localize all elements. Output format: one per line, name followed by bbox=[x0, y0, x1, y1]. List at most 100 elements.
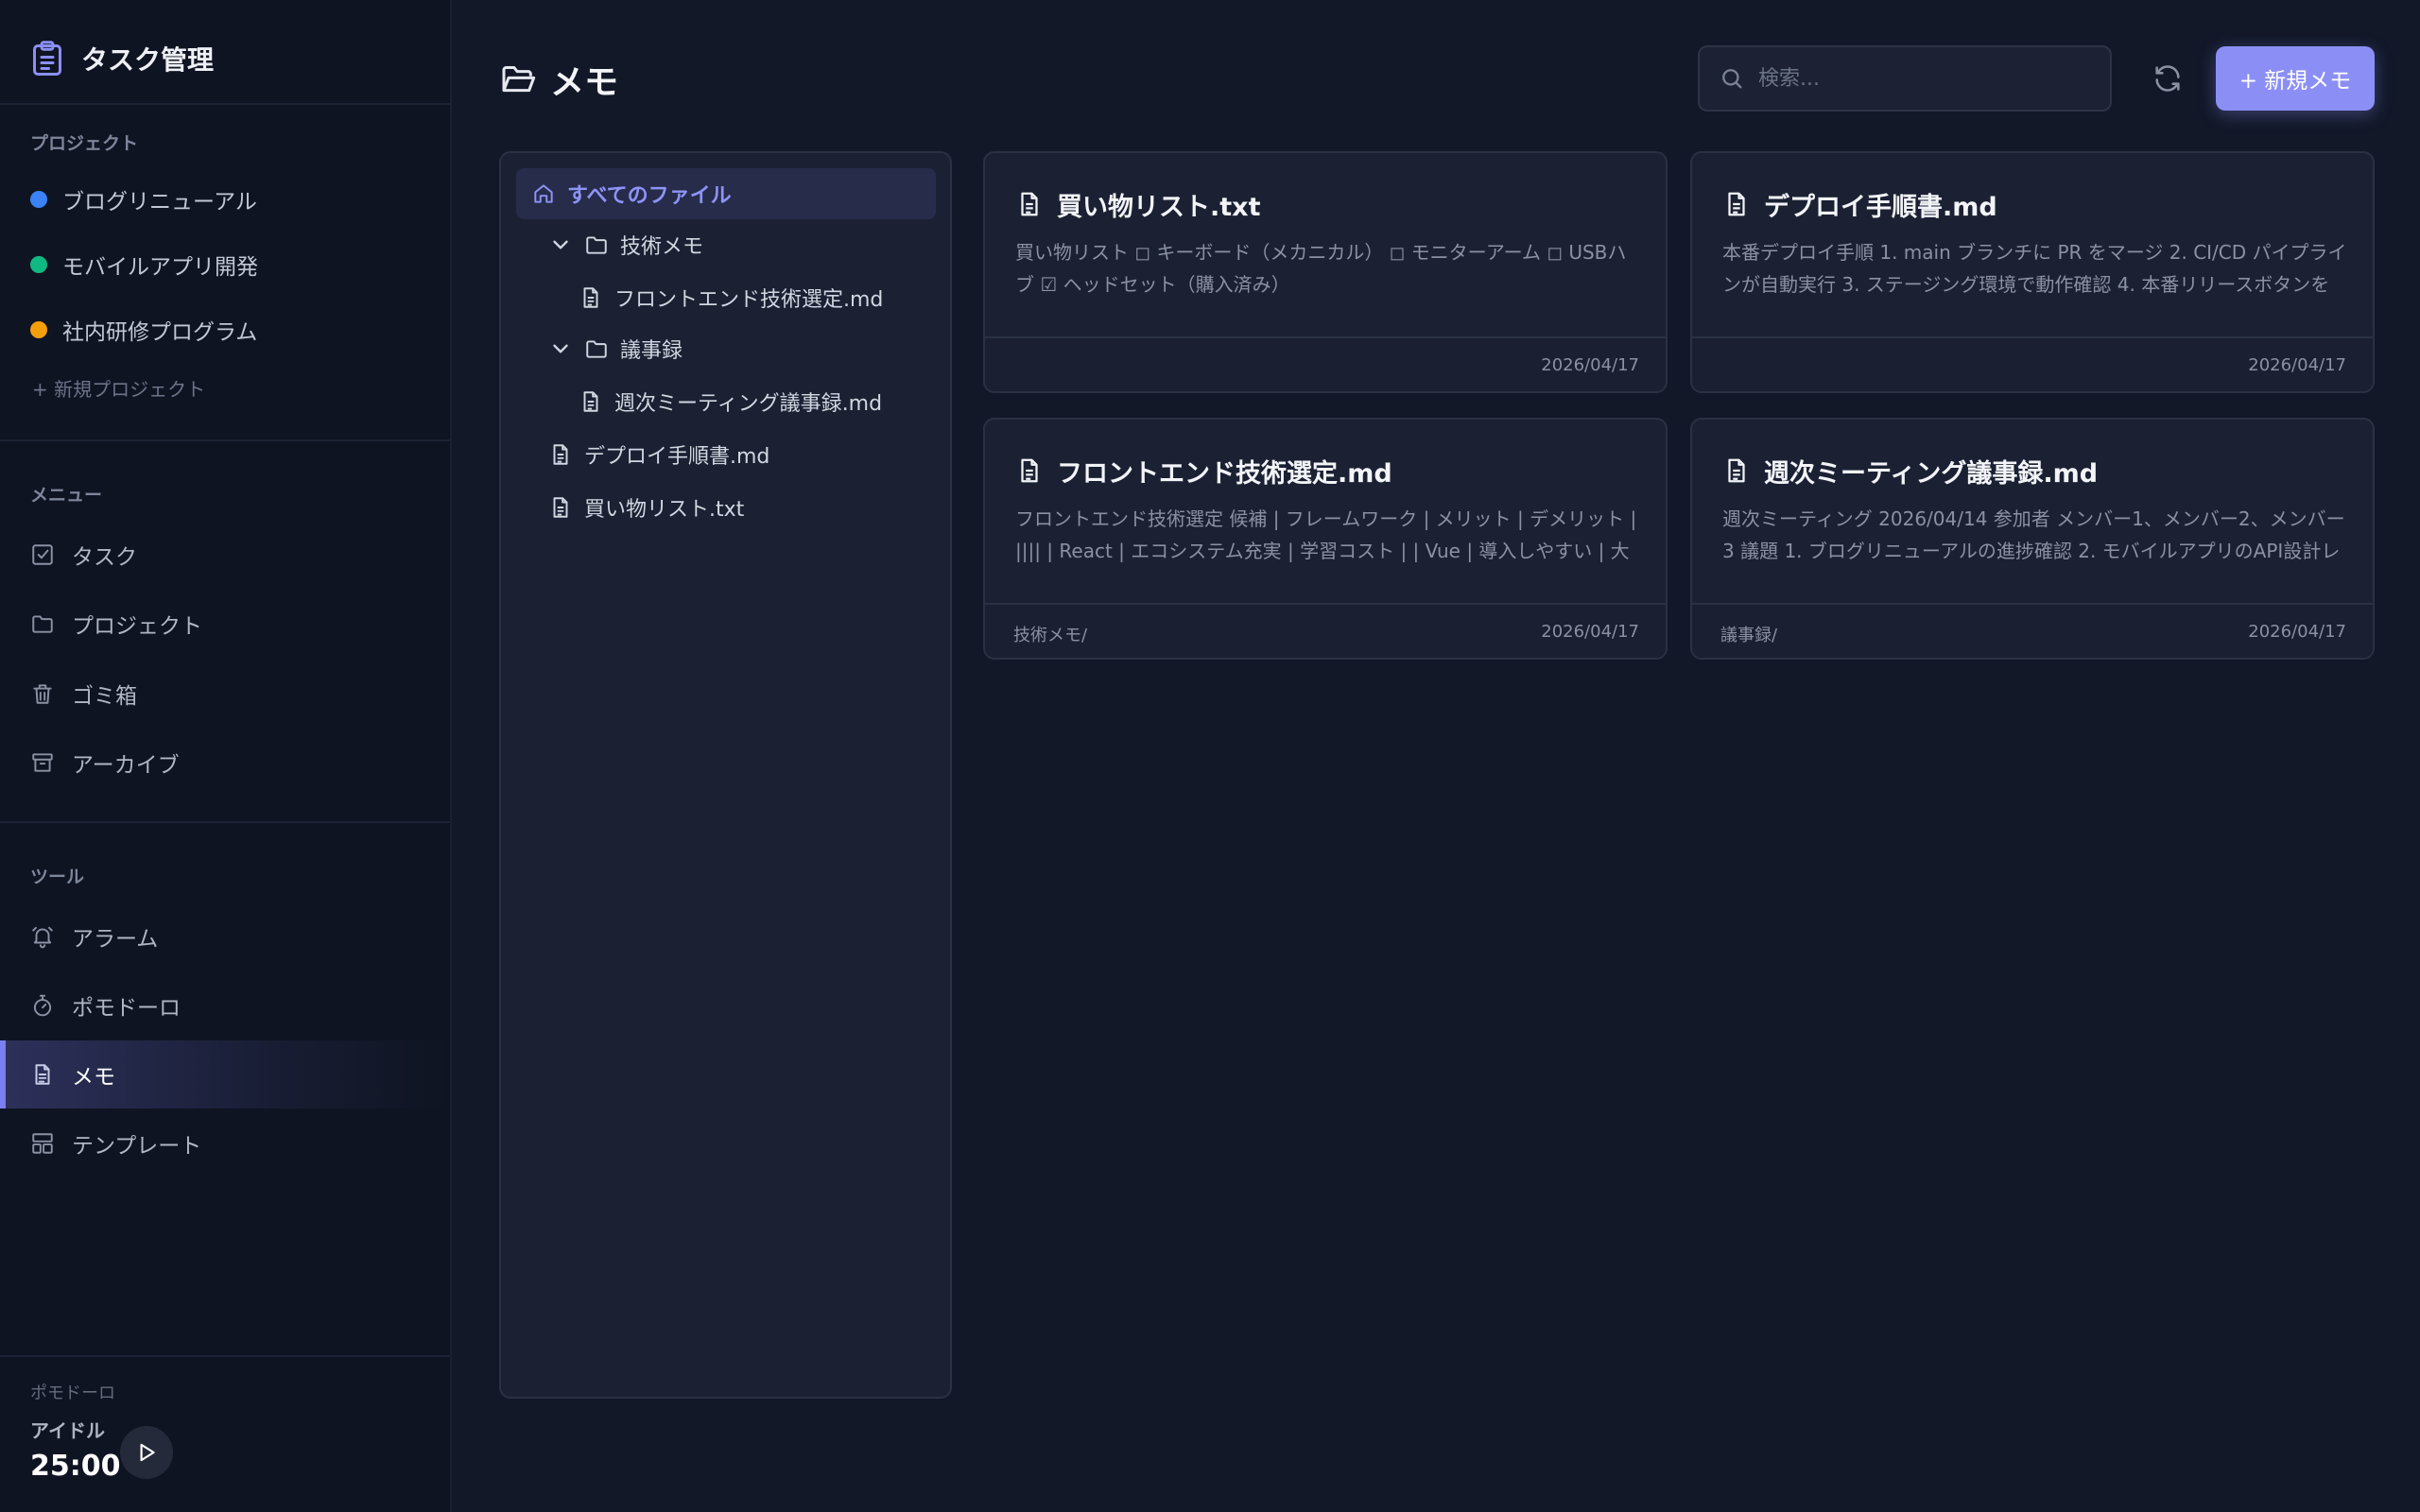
card-title: 週次ミーティング議事録.md bbox=[1722, 452, 2098, 490]
sidebar: タスク管理 プロジェクト ブログリニューアル モバイルアプリ開発 社内研修プログ… bbox=[0, 0, 452, 1512]
nav-label: メモ bbox=[72, 1065, 115, 1090]
folder-icon bbox=[32, 615, 53, 633]
project-item-blog-renewal[interactable]: ブログリニューアル bbox=[30, 179, 257, 220]
card-date: 2026/04/17 bbox=[2248, 355, 2346, 375]
card-preview: 買い物リスト ◻ キーボード（メカニカル） ◻ モニターアーム ◻ USBハブ … bbox=[1015, 241, 1627, 296]
nav-label: ポモドーロ bbox=[72, 996, 181, 1021]
page-title: メモ bbox=[499, 55, 618, 104]
tree-root-label: すべてのファイル bbox=[567, 184, 732, 208]
project-color-dot bbox=[30, 191, 47, 208]
nav-label: テンプレート bbox=[72, 1134, 202, 1159]
checkbox-icon bbox=[32, 544, 53, 565]
card-title-text: フロントエンド技術選定.md bbox=[1057, 458, 1392, 489]
project-item-mobile-app[interactable]: モバイルアプリ開発 bbox=[30, 244, 258, 285]
memo-card-shopping[interactable]: 買い物リスト.txt 買い物リスト ◻ キーボード（メカニカル） ◻ モニターア… bbox=[983, 151, 1668, 393]
tree-label: デプロイ手順書.md bbox=[584, 445, 770, 469]
tree-label: 週次ミーティング議事録.md bbox=[614, 392, 883, 416]
divider bbox=[0, 439, 450, 441]
card-footer: 議事録/ 2026/04/17 bbox=[1692, 603, 2373, 658]
projects-section-label: プロジェクト bbox=[30, 133, 139, 154]
nav-item-template[interactable]: テンプレート bbox=[0, 1109, 450, 1177]
nav-label: ゴミ箱 bbox=[72, 684, 137, 709]
folder-icon bbox=[586, 340, 607, 358]
refresh-button[interactable] bbox=[2146, 57, 2189, 100]
tree-label: フロントエンド技術選定.md bbox=[614, 288, 884, 312]
tree-root-all-files[interactable]: すべてのファイル bbox=[516, 168, 936, 219]
nav-item-archive[interactable]: アーカイブ bbox=[0, 729, 450, 797]
divider bbox=[0, 103, 450, 105]
chevron-down-icon bbox=[553, 240, 568, 249]
file-icon bbox=[553, 497, 568, 518]
card-date: 2026/04/17 bbox=[2248, 622, 2346, 642]
card-preview: フロントエンド技術選定 候補 | フレームワーク | メリット | デメリット … bbox=[1015, 507, 1637, 562]
alarm-icon bbox=[32, 926, 53, 949]
card-footer: 2026/04/17 bbox=[1692, 336, 2373, 391]
project-item-training[interactable]: 社内研修プログラム bbox=[30, 309, 257, 351]
card-folder: 技術メモ/ bbox=[1013, 626, 1088, 645]
tree-label: 技術メモ bbox=[620, 235, 704, 259]
search-input[interactable] bbox=[1758, 66, 2099, 91]
pomodoro-label: ポモドーロ bbox=[30, 1383, 115, 1403]
tree-file-shopping[interactable]: 買い物リスト.txt bbox=[548, 482, 744, 533]
tree-file-frontend[interactable]: フロントエンド技術選定.md bbox=[579, 272, 883, 323]
chevron-down-icon bbox=[553, 344, 568, 353]
card-folder: 議事録/ bbox=[1720, 626, 1778, 645]
file-icon bbox=[1728, 458, 1745, 483]
nav-label: タスク bbox=[72, 545, 137, 570]
project-label: 社内研修プログラム bbox=[62, 320, 258, 345]
file-icon bbox=[583, 287, 598, 308]
menu-section-label: メニュー bbox=[30, 485, 103, 506]
nav-item-tasks[interactable]: タスク bbox=[0, 521, 450, 589]
file-icon bbox=[553, 444, 568, 465]
new-memo-button[interactable]: + 新規メモ bbox=[2216, 46, 2375, 111]
trash-icon bbox=[33, 684, 52, 704]
pomodoro-time: 25:00 bbox=[30, 1450, 121, 1483]
file-icon bbox=[1021, 458, 1038, 483]
card-title: フロントエンド技術選定.md bbox=[1015, 452, 1392, 490]
tree-file-weekly-meeting[interactable]: 週次ミーティング議事録.md bbox=[579, 376, 882, 427]
nav-item-pomodoro[interactable]: ポモドーロ bbox=[0, 971, 450, 1040]
pomodoro-play-button[interactable] bbox=[120, 1426, 173, 1479]
project-color-dot bbox=[30, 256, 47, 273]
file-icon bbox=[583, 391, 598, 412]
card-preview: 本番デプロイ手順 1. main ブランチに PR をマージ 2. CI/CD … bbox=[1722, 241, 2347, 296]
project-label: ブログリニューアル bbox=[62, 190, 257, 215]
timer-icon bbox=[33, 994, 52, 1017]
card-title-text: 週次ミーティング議事録.md bbox=[1764, 458, 2099, 489]
clipboard-icon bbox=[33, 41, 61, 76]
card-date: 2026/04/17 bbox=[1541, 355, 1639, 375]
nav-label: アラーム bbox=[72, 927, 159, 952]
tree-file-deploy[interactable]: デプロイ手順書.md bbox=[548, 429, 769, 480]
card-title-text: デプロイ手順書.md bbox=[1764, 192, 1997, 222]
brand[interactable]: タスク管理 bbox=[30, 34, 214, 83]
nav-item-alarm[interactable]: アラーム bbox=[0, 902, 450, 971]
tree-label: 議事録 bbox=[620, 339, 683, 363]
memo-card-deploy[interactable]: デプロイ手順書.md 本番デプロイ手順 1. main ブランチに PR をマー… bbox=[1690, 151, 2375, 393]
tree-folder-tech-memo[interactable]: 技術メモ bbox=[548, 219, 703, 270]
divider bbox=[0, 821, 450, 823]
memo-card-frontend[interactable]: フロントエンド技術選定.md フロントエンド技術選定 候補 | フレームワーク … bbox=[983, 418, 1668, 660]
nav-item-trash[interactable]: ゴミ箱 bbox=[0, 660, 450, 728]
tree-folder-minutes[interactable]: 議事録 bbox=[548, 323, 683, 374]
card-title-text: 買い物リスト.txt bbox=[1057, 192, 1261, 222]
card-footer: 技術メモ/ 2026/04/17 bbox=[985, 603, 1666, 658]
pomodoro-status: アイドル bbox=[30, 1419, 105, 1442]
nav-item-projects[interactable]: プロジェクト bbox=[0, 590, 450, 658]
template-icon bbox=[32, 1133, 53, 1154]
memo-icon bbox=[35, 1064, 50, 1085]
project-color-dot bbox=[30, 321, 47, 338]
home-icon bbox=[534, 184, 553, 203]
play-icon bbox=[140, 1443, 155, 1462]
nav-item-memo[interactable]: メモ bbox=[0, 1040, 450, 1108]
card-title: デプロイ手順書.md bbox=[1722, 185, 1997, 223]
tree-label: 買い物リスト.txt bbox=[584, 498, 745, 522]
memo-card-weekly-meeting[interactable]: 週次ミーティング議事録.md 週次ミーティング 2026/04/14 参加者 メ… bbox=[1690, 418, 2375, 660]
new-project-button[interactable]: + 新規プロジェクト bbox=[32, 370, 205, 404]
file-icon bbox=[1728, 192, 1745, 216]
page-title-text: メモ bbox=[550, 63, 619, 102]
search-box[interactable] bbox=[1698, 45, 2112, 112]
divider bbox=[0, 1355, 450, 1357]
archive-icon bbox=[32, 753, 53, 772]
card-date: 2026/04/17 bbox=[1541, 622, 1639, 642]
search-icon bbox=[1722, 69, 1742, 89]
